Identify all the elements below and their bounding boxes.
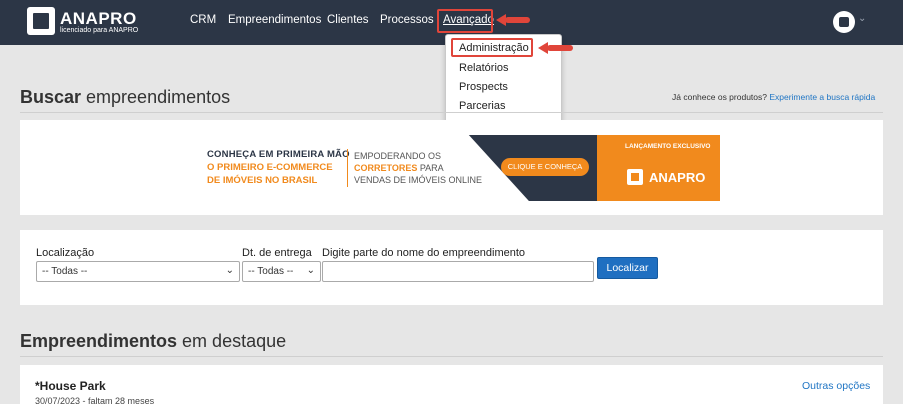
hint-text: Já conhece os produtos? [672,92,770,102]
user-avatar-icon[interactable] [833,11,855,33]
highlight-box-administracao [451,38,533,57]
banner-cta-button[interactable]: CLIQUE E CONHEÇA [501,158,589,176]
brand-tagline: licenciado para ANAPRO [60,27,139,34]
banner-line-2: O PRIMEIRO E-COMMERCE [207,162,333,173]
page-title: Buscar empreendimentos [20,87,230,108]
location-select[interactable]: -- Todas -- ⌄ [36,261,240,282]
nav-crm[interactable]: CRM [190,14,216,26]
menu-item-relatorios[interactable]: Relatórios [459,62,509,74]
menu-item-parcerias[interactable]: Parcerias [459,100,505,112]
banner-line-5-bold: CORRETORES [354,163,418,173]
featured-title-bold: Empreendimentos [20,331,178,351]
chevron-down-icon: ⌄ [306,265,315,276]
name-label: Digite parte do nome do empreendimento [322,247,526,259]
delivery-date-select[interactable]: -- Todas -- ⌄ [242,261,321,282]
highlight-box-avancado [437,9,493,33]
brand-name: ANAPRO [60,9,137,28]
name-search-input[interactable] [322,261,594,282]
location-select-value: -- Todas -- [42,266,88,277]
chevron-down-icon: ⌄ [225,265,234,276]
nav-clientes[interactable]: Clientes [327,14,369,26]
banner-logo-name: ANAPRO [649,170,706,185]
delivery-date-select-value: -- Todas -- [248,266,294,277]
page-title-rest: empreendimentos [81,87,231,107]
banner-tag: LANÇAMENTO EXCLUSIVO [625,143,711,150]
banner-line-1: CONHEÇA EM PRIMEIRA MÃO [207,149,350,160]
menu-item-prospects[interactable]: Prospects [459,81,508,93]
banner-separator [347,149,348,187]
featured-item-date: 30/07/2023 - faltam 28 meses [35,396,155,404]
banner-line-4: EMPODERANDO OS [354,151,442,161]
divider [20,112,883,113]
featured-item-name[interactable]: *House Park [35,379,106,393]
localizar-button[interactable]: Localizar [597,257,658,279]
quick-search-link[interactable]: Experimente a busca rápida [769,92,875,102]
quick-search-hint: Já conhece os produtos? Experimente a bu… [672,92,875,102]
divider [20,356,883,357]
banner-line-6: VENDAS DE IMÓVEIS ONLINE [354,175,483,185]
red-arrow-icon [538,42,573,54]
search-form-card: Localização Dt. de entrega Digite parte … [20,230,883,305]
banner-card: CONHEÇA EM PRIMEIRA MÃO O PRIMEIRO E-COM… [20,120,883,215]
nav-empreendimentos[interactable]: Empreendimentos [228,14,321,26]
promo-banner[interactable]: CONHEÇA EM PRIMEIRA MÃO O PRIMEIRO E-COM… [207,135,720,201]
page-title-bold: Buscar [20,87,82,107]
featured-title: Empreendimentos em destaque [20,331,286,352]
banner-line-3: DE IMÓVEIS NO BRASIL [207,175,318,186]
banner-line-5: CORRETORES PARA [354,163,444,173]
red-arrow-icon [496,14,530,26]
location-label: Localização [36,247,95,259]
delivery-date-label: Dt. de entrega [242,247,312,259]
anapro-logo[interactable]: ANAPRO licenciado para ANAPRO [27,7,157,37]
banner-logo-icon [627,169,643,185]
featured-item-options-link[interactable]: Outras opções [802,380,870,392]
chevron-down-icon[interactable]: ⌄ [858,13,866,24]
banner-line-5-rest: PARA [417,163,444,173]
nav-processos[interactable]: Processos [380,14,434,26]
anapro-logo-icon [27,7,55,35]
featured-title-rest: em destaque [177,331,287,351]
featured-item-card: *House Park 30/07/2023 - faltam 28 meses… [20,365,883,404]
